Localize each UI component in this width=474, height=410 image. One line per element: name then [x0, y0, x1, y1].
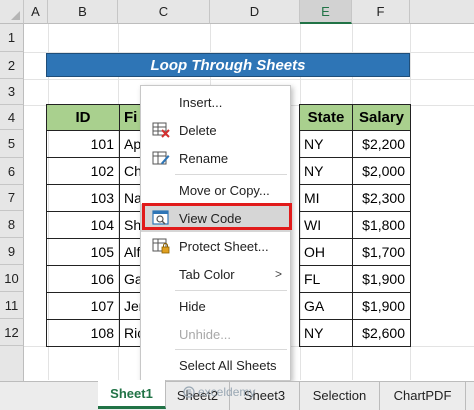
table-cell-id[interactable]: 108 — [46, 319, 120, 347]
row-header-2[interactable]: 2 — [0, 52, 24, 79]
menu-item-label: Move or Copy... — [179, 182, 270, 198]
menu-item-unhide: Unhide... — [141, 320, 290, 348]
table-cell-salary[interactable]: $2,200 — [352, 130, 411, 158]
menu-item-select-all-sheets[interactable]: Select All Sheets — [141, 351, 290, 379]
menu-separator — [175, 349, 287, 350]
table-cell-id[interactable]: 103 — [46, 184, 120, 212]
column-header-f[interactable]: F — [352, 0, 410, 24]
row-header-6[interactable]: 6 — [0, 158, 24, 185]
column-header-d[interactable]: D — [210, 0, 300, 24]
row-header-4[interactable]: 4 — [0, 105, 24, 130]
tab-chartpdf[interactable]: ChartPDF — [380, 381, 466, 410]
table-header-state[interactable]: State — [299, 104, 353, 131]
row-header-5[interactable]: 5 — [0, 130, 24, 158]
table-header-id[interactable]: ID — [46, 104, 120, 131]
table-cell-salary[interactable]: $1,700 — [352, 238, 411, 266]
menu-item-label: Insert... — [179, 94, 223, 110]
menu-item-label: Unhide... — [179, 326, 232, 342]
menu-item-label: Protect Sheet... — [179, 238, 269, 254]
menu-item-label: Delete — [179, 122, 217, 138]
table-cell-state[interactable]: NY — [299, 319, 353, 347]
menu-item-rename[interactable]: Rename — [141, 144, 290, 172]
menu-separator — [175, 290, 287, 291]
row-header-10[interactable]: 10 — [0, 265, 24, 292]
column-header-a[interactable]: A — [24, 0, 48, 24]
submenu-arrow-icon: > — [274, 267, 282, 281]
rename-sheet-icon — [152, 151, 170, 165]
select-all-corner[interactable] — [0, 0, 24, 24]
menu-separator — [175, 174, 287, 175]
column-header-b[interactable]: B — [48, 0, 118, 24]
row-header-1[interactable]: 1 — [0, 24, 24, 52]
table-cell-state[interactable]: FL — [299, 265, 353, 293]
column-header-empty — [410, 0, 474, 24]
table-cell-salary[interactable]: $2,300 — [352, 184, 411, 212]
table-header-salary[interactable]: Salary — [352, 104, 411, 131]
menu-item-delete[interactable]: Delete — [141, 116, 290, 144]
table-cell-id[interactable]: 106 — [46, 265, 120, 293]
table-cell-state[interactable]: WI — [299, 211, 353, 239]
protect-sheet-icon — [152, 238, 170, 254]
row-header-12[interactable]: 12 — [0, 319, 24, 346]
table-cell-state[interactable]: NY — [299, 157, 353, 185]
row-header-empty — [0, 346, 24, 381]
menu-item-label: Rename — [179, 150, 229, 166]
menu-item-label: Tab Color — [179, 266, 235, 282]
table-cell-salary[interactable]: $1,800 — [352, 211, 411, 239]
gridline — [24, 79, 474, 80]
row-header-8[interactable]: 8 — [0, 211, 24, 238]
watermark-logo-icon — [183, 386, 195, 398]
table-cell-state[interactable]: GA — [299, 292, 353, 320]
column-header-e[interactable]: E — [300, 0, 352, 24]
menu-item-insert[interactable]: Insert... — [141, 88, 290, 116]
tab-selection[interactable]: Selection — [300, 381, 380, 410]
table-cell-salary[interactable]: $2,000 — [352, 157, 411, 185]
menu-item-tab-color[interactable]: Tab Color > — [141, 260, 290, 288]
table-cell-id[interactable]: 105 — [46, 238, 120, 266]
table-cell-state[interactable]: NY — [299, 130, 353, 158]
table-cell-salary[interactable]: $1,900 — [352, 292, 411, 320]
watermark-text: exceldemy — [198, 385, 256, 399]
tab-sheet1[interactable]: Sheet1 — [98, 380, 166, 409]
table-cell-salary[interactable]: $1,900 — [352, 265, 411, 293]
table-cell-id[interactable]: 101 — [46, 130, 120, 158]
watermark: exceldemy — [183, 385, 255, 399]
delete-sheet-icon — [152, 122, 170, 138]
menu-item-protect-sheet[interactable]: Protect Sheet... — [141, 232, 290, 260]
menu-item-move-copy[interactable]: Move or Copy... — [141, 176, 290, 204]
row-header-11[interactable]: 11 — [0, 292, 24, 319]
menu-item-hide[interactable]: Hide — [141, 292, 290, 320]
table-cell-state[interactable]: OH — [299, 238, 353, 266]
table-cell-state[interactable]: MI — [299, 184, 353, 212]
view-code-highlight-box — [142, 203, 292, 230]
row-header-3[interactable]: 3 — [0, 79, 24, 105]
column-header-c[interactable]: C — [118, 0, 210, 24]
table-cell-id[interactable]: 104 — [46, 211, 120, 239]
sheet-tab-context-menu: Insert... Delete Rename Move or Copy... — [140, 85, 291, 381]
sheet-title-banner: Loop Through Sheets — [46, 53, 410, 77]
table-cell-salary[interactable]: $2,600 — [352, 319, 411, 347]
table-cell-id[interactable]: 102 — [46, 157, 120, 185]
table-cell-id[interactable]: 107 — [46, 292, 120, 320]
menu-item-label: Select All Sheets — [179, 357, 277, 373]
row-header-7[interactable]: 7 — [0, 185, 24, 211]
menu-item-label: Hide — [179, 298, 206, 314]
row-header-9[interactable]: 9 — [0, 238, 24, 265]
